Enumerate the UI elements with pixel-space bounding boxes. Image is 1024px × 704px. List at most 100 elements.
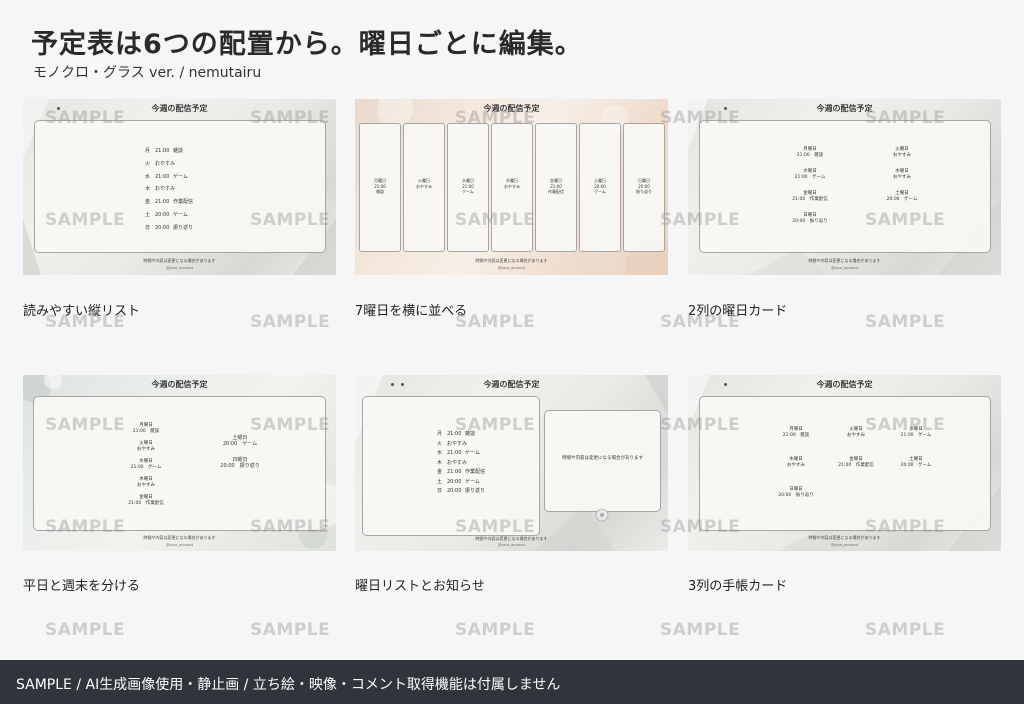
event-label: 作業配信 bbox=[465, 469, 486, 475]
event-label: おやすみ bbox=[893, 153, 911, 158]
event-label: 21:00 ゲーム bbox=[794, 175, 826, 180]
time-label: 21:00 bbox=[155, 173, 170, 180]
event-label: おやすみ bbox=[155, 186, 176, 193]
day-column-text: 木曜日 おやすみ bbox=[492, 178, 532, 189]
template-caption: 7曜日を横に並べる bbox=[355, 304, 468, 319]
time-label: 21:00 bbox=[155, 199, 170, 206]
day-block: 火曜日 おやすみ bbox=[116, 441, 176, 453]
event-label: 20:00 ゲーム bbox=[222, 441, 258, 447]
watermark-text: SAMPLE bbox=[250, 620, 331, 640]
time-label: 20:00 bbox=[447, 488, 462, 494]
account-text: @your_account bbox=[497, 266, 526, 270]
event-label: 21:00 作業配信 bbox=[792, 197, 828, 202]
day-column-card: 火曜日 おやすみ bbox=[403, 123, 445, 252]
event-label: 21:00 雑談 bbox=[132, 429, 160, 434]
template-card-three-columns[interactable]: 今週の配信予定 月曜日 21:00 雑談 火曜日 おやすみ 水曜日 21:00 ゲーム 木曜… bbox=[688, 375, 1001, 551]
event-label: ゲーム bbox=[465, 450, 480, 456]
event-label: おやすみ bbox=[137, 483, 155, 488]
time-label: 21:00 bbox=[447, 450, 462, 456]
card-title: 今週の配信予定 bbox=[483, 380, 540, 389]
account-text: @your_account bbox=[830, 543, 859, 547]
notice-panel-text: 時間や内容は変更になる場合があります bbox=[562, 456, 643, 461]
day-column-card: 日曜日 20:00 振り返り bbox=[623, 123, 665, 252]
day-label: 木 bbox=[145, 186, 151, 193]
day-block: 金曜日 21:00 作業配信 bbox=[780, 191, 840, 203]
day-label: 水 bbox=[437, 450, 443, 456]
watermark-text: SAMPLE bbox=[45, 620, 126, 640]
page-subtitle: モノクロ・グラス ver. / nemutairu bbox=[33, 65, 262, 81]
event-label: 振り返り bbox=[173, 224, 194, 231]
event-label: ゲーム bbox=[465, 478, 480, 485]
event-label: 振り返り bbox=[636, 189, 652, 194]
event-label: 作業配信 bbox=[548, 189, 564, 194]
event-label: 雑談 bbox=[376, 189, 384, 194]
event-label: おやすみ bbox=[137, 447, 155, 452]
account-text: @your_account bbox=[830, 266, 859, 270]
event-label: ゲーム bbox=[462, 189, 474, 194]
event-label: ゲーム bbox=[594, 189, 606, 194]
watermark-text: SAMPLE bbox=[660, 620, 741, 640]
day-label: 火 bbox=[145, 160, 151, 167]
watermark-text: SAMPLE bbox=[250, 312, 331, 332]
template-caption: 2列の曜日カード bbox=[688, 304, 788, 319]
event-label: おやすみ bbox=[893, 175, 911, 180]
event-label: ゲーム bbox=[173, 173, 188, 180]
event-label: おやすみ bbox=[847, 433, 865, 438]
event-label: 21:00 ゲーム bbox=[900, 433, 932, 438]
event-label: ゲーム bbox=[173, 212, 188, 218]
template-card-seven-columns[interactable]: 今週の配信予定 月曜日 21:00 雑談 火曜日 おやすみ 水曜日 21:00 ゲーム 木曜日お… bbox=[355, 99, 668, 275]
day-block: 金曜日 21:00 作業配信 bbox=[116, 495, 176, 507]
time-label: 21:00 bbox=[155, 148, 170, 154]
account-text: @your_account bbox=[165, 266, 194, 270]
watermark-text: SAMPLE bbox=[865, 620, 946, 640]
template-card-weekday-weekend[interactable]: 今週の配信予定 月曜日 21:00 雑談 火曜日 おやすみ 水曜日 21:00 ゲーム 木曜… bbox=[23, 375, 336, 551]
event-label: 雑談 bbox=[465, 431, 476, 437]
card-title: 今週の配信予定 bbox=[151, 104, 208, 113]
event-label: 雑談 bbox=[173, 148, 184, 154]
grid-cell: 日曜日 20:00 振り返り bbox=[766, 487, 826, 499]
day-label: 木 bbox=[437, 459, 443, 466]
day-block: 火曜日 おやすみ bbox=[872, 147, 932, 159]
event-label: 21:00 作業配信 bbox=[128, 501, 164, 506]
event-label: 20:00 振り返り bbox=[792, 219, 828, 224]
template-caption: 3列の手帳カード bbox=[688, 579, 788, 594]
template-card-vertical-list[interactable]: 今週の配信予定 月 21:00 雑談火おやすみ水 21:00 ゲーム木おやすみ金 21:0… bbox=[23, 99, 336, 275]
event-label: おやすみ bbox=[787, 463, 805, 468]
day-column-text: 金曜日 21:00 作業配信 bbox=[536, 178, 576, 195]
grid-cell: 木曜日 おやすみ bbox=[766, 457, 826, 469]
page-title: 予定表は6つの配置から。曜日ごとに編集。 bbox=[31, 29, 583, 60]
card-title: 今週の配信予定 bbox=[816, 104, 873, 113]
schedule-panel: 月曜日 21:00 雑談 水曜日 21:00 ゲーム 金曜日 21:00 作業配信 日曜日 2… bbox=[699, 120, 991, 253]
event-label: 21:00 雑談 bbox=[782, 433, 810, 438]
day-label: 水 bbox=[145, 173, 151, 180]
day-label: 日 bbox=[145, 224, 151, 231]
event-label: 振り返り bbox=[465, 488, 486, 494]
notice-panel: 時間や内容は変更になる場合があります bbox=[544, 410, 661, 512]
template-card-two-columns[interactable]: 今週の配信予定 月曜日 21:00 雑談 水曜日 21:00 ゲーム 金曜日 21:00 … bbox=[688, 99, 1001, 275]
notice-text: 時間や内容は変更になる場合があります bbox=[143, 258, 216, 263]
event-label: おやすみ bbox=[155, 160, 176, 167]
event-label: おやすみ bbox=[416, 183, 432, 189]
time-label: 20:00 bbox=[155, 212, 170, 218]
day-label: 月 bbox=[145, 148, 151, 154]
day-column-card: 木曜日 おやすみ bbox=[491, 123, 533, 252]
template-caption: 平日と週末を分ける bbox=[23, 579, 141, 594]
time-label: 20:00 bbox=[155, 224, 170, 231]
day-column-text: 月曜日 21:00 雑談 bbox=[360, 178, 400, 195]
event-label: 作業配信 bbox=[173, 199, 194, 206]
day-block: 水曜日 21:00 ゲーム bbox=[780, 169, 840, 181]
event-label: 21:00 作業配信 bbox=[838, 463, 874, 468]
schedule-panel: 月 21:00 雑談火おやすみ水 21:00 ゲーム木おやすみ金 21:00 作業配信土 20… bbox=[34, 120, 326, 253]
notice-text: 時間や内容は変更になる場合があります bbox=[808, 258, 881, 263]
day-label: 土 bbox=[145, 212, 151, 218]
card-title: 今週の配信予定 bbox=[816, 380, 873, 389]
card-title: 今週の配信予定 bbox=[151, 380, 208, 389]
event-label: 20:00 ゲーム bbox=[900, 463, 932, 468]
footer-bar: SAMPLE / AI生成画像使用・静止画 / 立ち絵・映像・コメント取得機能は… bbox=[0, 660, 1024, 704]
template-card-list-with-notice[interactable]: 今週の配信予定 月 21:00 雑談火おやすみ水 21:00 ゲーム木おやすみ金 21:0… bbox=[355, 375, 668, 551]
day-block: 水曜日 21:00 ゲーム bbox=[116, 459, 176, 471]
account-text: @your_account bbox=[165, 543, 194, 547]
grid-cell: 金曜日 21:00 作業配信 bbox=[826, 457, 886, 469]
event-label: 20:00 ゲーム bbox=[886, 197, 918, 202]
event-label: おやすみ bbox=[504, 183, 520, 189]
